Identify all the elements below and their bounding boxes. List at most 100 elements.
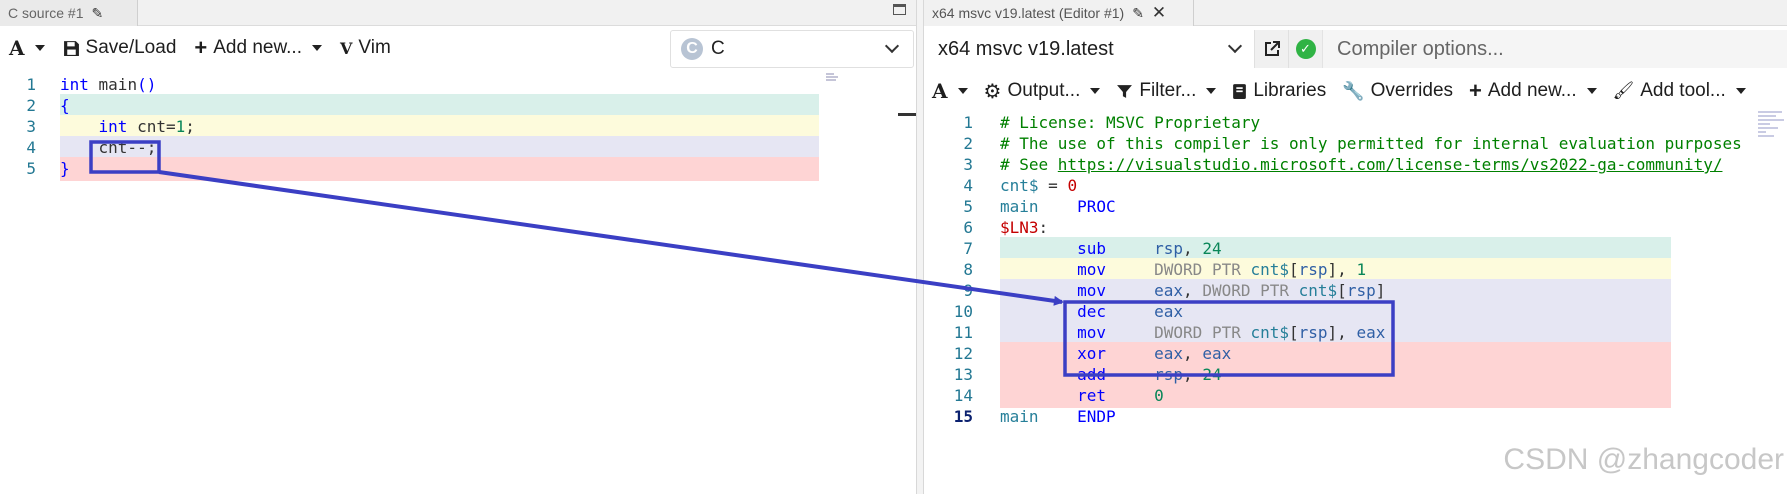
language-select[interactable]: C C (670, 30, 914, 68)
add-tool-button[interactable]: 🖌 Add tool... (1605, 70, 1754, 112)
filter-menu-button[interactable]: Filter... (1108, 70, 1224, 112)
code-token: { (60, 96, 70, 115)
output-menu-button[interactable]: ⚙ Output... (976, 70, 1109, 112)
vim-toggle-button[interactable]: V Vim (331, 26, 400, 70)
save-load-button[interactable]: Save/Load (54, 26, 186, 70)
source-code-editor[interactable]: 1 int main() 2{3 int cnt=1; 4 cnt--; 5} (0, 73, 916, 494)
code-line: 15 main ENDP (924, 405, 1787, 429)
caret-down-icon (34, 45, 45, 51)
font-icon: A (9, 36, 25, 60)
code-token: # See (1000, 155, 1058, 174)
pane-splitter[interactable] (916, 0, 924, 494)
source-tabstrip: C source #1 ✎ (0, 0, 916, 26)
libraries-button[interactable]: Libraries (1224, 70, 1334, 112)
code-token: rsp (1154, 365, 1184, 384)
code-token: $LN3 (1000, 218, 1039, 237)
code-token: # The use of this compiler is only permi… (1000, 134, 1742, 153)
code-token: eax (1356, 323, 1386, 342)
code-token: } (60, 159, 70, 178)
code-token: 1 (175, 117, 186, 136)
code-token: eax (1154, 302, 1184, 321)
compiler-select[interactable]: x64 msvc v19.latest (924, 30, 1254, 68)
pencil-icon[interactable]: ✎ (1132, 5, 1144, 22)
font-menu-button[interactable]: A (0, 26, 54, 70)
code-token: cnt= (127, 117, 176, 136)
code-token: PROC (1077, 197, 1116, 216)
line-code: main ENDP (1000, 405, 1116, 429)
code-token: , (1183, 344, 1203, 363)
add-new-label: Add new... (213, 37, 302, 58)
font-menu-button[interactable]: A (924, 70, 976, 112)
add-new-label: Add new... (1487, 80, 1577, 101)
code-token: 0 (1154, 386, 1164, 405)
add-new-button[interactable]: + Add new... (1461, 70, 1605, 112)
compiler-tab-title: x64 msvc v19.latest (Editor #1) (932, 5, 1125, 21)
save-load-label: Save/Load (85, 37, 177, 58)
compiler-row: x64 msvc v19.latest ✓ Compiler options..… (924, 30, 1787, 68)
code-token: main (1000, 407, 1039, 426)
code-token: cnt$ (1250, 323, 1289, 342)
filter-icon (1117, 84, 1133, 98)
line-code: } (60, 157, 70, 181)
source-tab-title: C source #1 (8, 5, 84, 21)
pencil-icon[interactable]: ✎ (91, 5, 103, 22)
close-icon[interactable]: ✕ (1152, 3, 1166, 23)
filter-label: Filter... (1139, 80, 1197, 101)
chevron-down-icon (1227, 38, 1243, 54)
maximize-icon[interactable] (893, 4, 906, 15)
assembly-minimap[interactable] (1758, 111, 1785, 141)
add-new-button[interactable]: + Add new... (185, 26, 331, 70)
language-value: C (711, 38, 725, 59)
c-language-icon: C (681, 38, 703, 60)
code-token: [ (1289, 323, 1299, 342)
license-link[interactable]: https://visualstudio.microsoft.com/licen… (1058, 155, 1723, 174)
code-token: : (1038, 218, 1049, 237)
popout-button[interactable] (1254, 30, 1288, 68)
compiler-options-input[interactable]: Compiler options... (1322, 30, 1787, 68)
compiler-tabstrip: x64 msvc v19.latest (Editor #1) ✎ ✕ (924, 0, 1787, 26)
vim-icon: V (339, 38, 353, 58)
code-token: ; (185, 117, 195, 136)
code-token: 1 (1356, 260, 1367, 279)
compiler-toolbar: A ⚙ Output... Filter... Libraries 🔧 Over… (924, 70, 1787, 112)
code-token: eax (1154, 281, 1184, 300)
code-token: main (1000, 197, 1039, 216)
compile-status-indicator[interactable]: ✓ (1288, 30, 1322, 68)
overrides-button[interactable]: 🔧 Overrides (1334, 70, 1461, 112)
libraries-label: Libraries (1253, 80, 1327, 101)
code-token: # License: MSVC Proprietary (1000, 113, 1261, 132)
floppy-disk-icon (63, 40, 79, 56)
source-pane: C source #1 ✎ A Save/Load + Add new... V… (0, 0, 916, 494)
font-icon: A (932, 79, 948, 103)
code-token: 0 (1067, 176, 1078, 195)
code-token: rsp (1154, 239, 1184, 258)
code-token: ret (1077, 386, 1106, 405)
code-token: eax (1154, 344, 1184, 363)
code-token: DWORD PTR (1154, 323, 1251, 342)
code-token: 24 (1202, 239, 1222, 258)
code-token: ], (1327, 323, 1357, 342)
compiler-tab[interactable]: x64 msvc v19.latest (Editor #1) ✎ ✕ (924, 0, 1194, 26)
code-token: eax (1202, 344, 1232, 363)
source-tab[interactable]: C source #1 ✎ (0, 0, 138, 26)
watermark: CSDN @zhangcoder (1503, 443, 1784, 476)
code-token: int (98, 117, 128, 136)
code-token: cnt--; (60, 138, 157, 157)
caret-down-icon (311, 45, 322, 51)
compiler-value: x64 msvc v19.latest (938, 37, 1114, 60)
source-minimap[interactable] (826, 73, 840, 83)
assembly-output-editor[interactable]: 1 # License: MSVC Proprietary 2 # The use o… (924, 111, 1787, 494)
code-token: , (1183, 365, 1203, 384)
output-label: Output... (1007, 80, 1081, 101)
